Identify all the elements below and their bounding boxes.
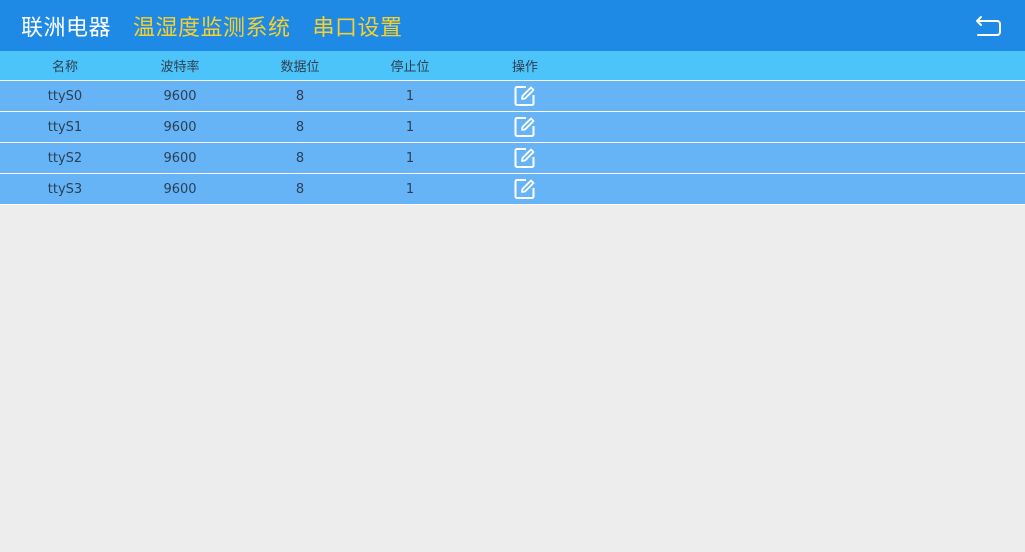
port-name: ttyS0 <box>47 88 83 104</box>
baud-rate: 9600 <box>163 150 197 166</box>
table-row[interactable]: ttyS3 9600 8 1 <box>0 174 1025 205</box>
action-cell <box>485 143 565 173</box>
brand-name: 联洲电器 <box>21 15 112 41</box>
baud-rate: 9600 <box>163 119 197 135</box>
stop-bits: 1 <box>405 88 415 104</box>
column-header-data-bits: 数据位 <box>280 60 320 75</box>
data-bits: 8 <box>295 119 305 135</box>
stop-bits: 1 <box>405 181 415 197</box>
action-cell <box>485 112 565 142</box>
edit-icon[interactable] <box>514 116 536 138</box>
port-name: ttyS3 <box>47 181 83 197</box>
page-title: 串口设置 <box>312 15 403 41</box>
table-row[interactable]: ttyS2 9600 8 1 <box>0 143 1025 174</box>
data-bits: 8 <box>295 181 305 197</box>
column-header-baud: 波特率 <box>160 60 200 75</box>
table-header: 名称 波特率 数据位 停止位 操作 <box>0 51 1025 81</box>
column-header-action: 操作 <box>511 60 538 75</box>
table-row[interactable]: ttyS1 9600 8 1 <box>0 112 1025 143</box>
port-name: ttyS1 <box>47 119 83 135</box>
stop-bits: 1 <box>405 119 415 135</box>
edit-icon[interactable] <box>514 85 536 107</box>
table-row[interactable]: ttyS0 9600 8 1 <box>0 81 1025 112</box>
action-cell <box>485 174 565 204</box>
action-cell <box>485 81 565 111</box>
back-arrow-icon <box>976 16 1001 36</box>
data-bits: 8 <box>295 88 305 104</box>
stop-bits: 1 <box>405 150 415 166</box>
edit-icon[interactable] <box>514 178 536 200</box>
baud-rate: 9600 <box>163 88 197 104</box>
system-title: 温湿度监测系统 <box>133 15 291 41</box>
top-bar: 联洲电器 温湿度监测系统 串口设置 <box>0 0 1025 51</box>
column-header-name: 名称 <box>51 60 78 75</box>
column-header-stop-bits: 停止位 <box>390 60 430 75</box>
serial-port-table: 名称 波特率 数据位 停止位 操作 ttyS0 9600 8 1 ttyS1 9… <box>0 51 1025 205</box>
edit-icon[interactable] <box>514 147 536 169</box>
baud-rate: 9600 <box>163 181 197 197</box>
port-name: ttyS2 <box>47 150 83 166</box>
data-bits: 8 <box>295 150 305 166</box>
back-button[interactable] <box>973 10 1005 40</box>
